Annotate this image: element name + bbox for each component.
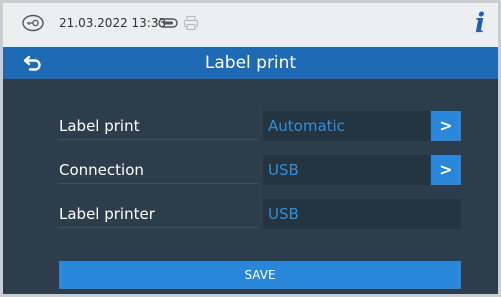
label-printer-value: USB [263,199,461,229]
title-bar: Label print [3,47,498,79]
screen-frame: 21.03.2022 13:33 i Label print Label pri… [3,3,498,294]
connection-label: Connection [59,157,259,184]
label-print-arrow-button[interactable]: > [431,111,461,141]
date-time: 21.03.2022 13:33 [59,16,167,30]
page-title: Label print [204,53,297,73]
usb-icon [158,18,178,28]
key-icon [22,14,44,32]
info-icon[interactable]: i [470,8,490,40]
label-printer-label: Label printer [59,201,259,228]
label-print-label: Label print [59,113,259,140]
status-bar: 21.03.2022 13:33 i [3,3,498,47]
connection-value[interactable]: USB [263,155,430,185]
back-arrow-icon[interactable] [23,54,43,72]
connection-arrow-button[interactable]: > [431,155,461,185]
printer-icon [183,15,199,31]
label-print-value[interactable]: Automatic [263,111,430,141]
save-button[interactable]: SAVE [59,261,461,289]
